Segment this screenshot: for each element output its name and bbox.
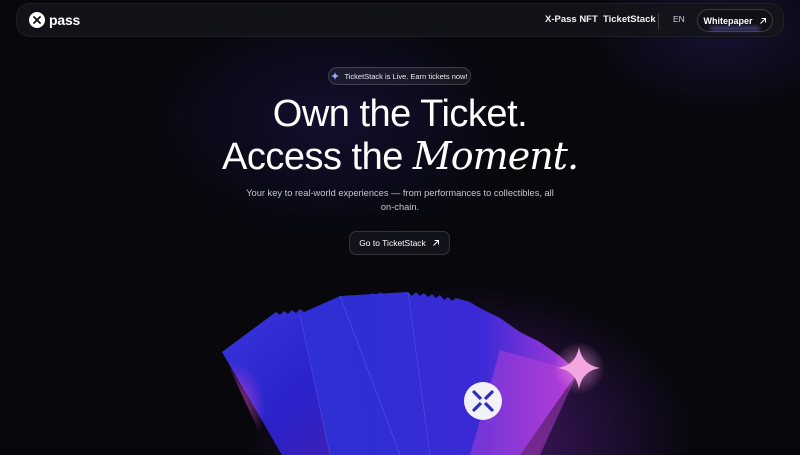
ticket-fan-illustration [222, 291, 605, 455]
ticket-x-pass-logo-icon [464, 382, 502, 420]
